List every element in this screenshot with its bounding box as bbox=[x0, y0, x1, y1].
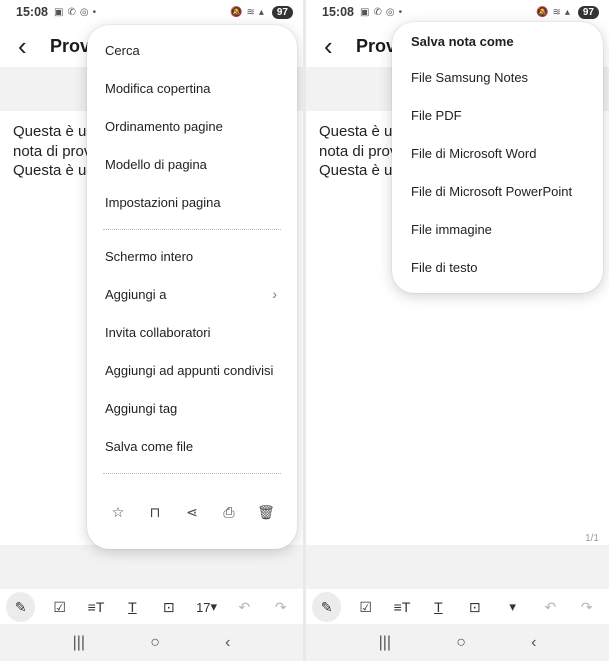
note-line: Questa è un bbox=[13, 123, 95, 140]
footer-band bbox=[306, 545, 609, 589]
menu-item-cerca[interactable]: Cerca bbox=[105, 38, 281, 62]
text-box-icon[interactable]: ⊡ bbox=[457, 592, 493, 622]
lock-icon[interactable]: ⊓ bbox=[142, 499, 168, 525]
call-icon: ✆ bbox=[67, 6, 76, 18]
recents-icon[interactable]: ||| bbox=[73, 634, 85, 652]
signal-icon: ▴ bbox=[564, 6, 570, 18]
save-option-word[interactable]: File di Microsoft Word bbox=[411, 143, 593, 163]
menu-separator bbox=[103, 229, 281, 230]
menu-item-schermo-intero[interactable]: Schermo intero bbox=[105, 244, 281, 268]
note-body[interactable]: Questa è un nota di prov Questa è un bbox=[319, 122, 401, 181]
font-size-select[interactable]: 17 ▾ bbox=[187, 592, 226, 622]
checkbox-icon[interactable]: ☑ bbox=[347, 592, 383, 622]
menu-item-modifica-copertina[interactable]: Modifica copertina bbox=[105, 76, 281, 100]
status-time: 15:08 bbox=[322, 5, 354, 19]
note-body[interactable]: Questa è un nota di prov Questa è un bbox=[13, 122, 95, 181]
menu-item-aggiungi-appunti-condivisi[interactable]: Aggiungi ad appunti condivisi bbox=[105, 358, 281, 382]
dot-icon: • bbox=[398, 6, 403, 18]
undo-icon[interactable]: ↶ bbox=[532, 592, 568, 622]
menu-item-invita-collaboratori[interactable]: Invita collaboratori bbox=[105, 320, 281, 344]
redo-icon[interactable]: ↷ bbox=[569, 592, 605, 622]
text-style-icon[interactable]: ≡T bbox=[384, 592, 420, 622]
mute-icon: 🔕 bbox=[230, 6, 243, 18]
status-bar: 15:08 ▣ ✆ ◎ • 🔕 ≋ ▴ 97 bbox=[306, 0, 609, 24]
whatsapp-icon: ◎ bbox=[79, 6, 89, 18]
text-underline-icon[interactable]: T bbox=[420, 592, 456, 622]
chevron-right-icon: › bbox=[272, 286, 277, 302]
edit-toolbar: ✎ ☑ ≡T T ⊡ 17 ▾ ↶ ↷ bbox=[0, 590, 303, 624]
print-icon[interactable]: ⎙ bbox=[216, 499, 242, 525]
save-as-header: Salva nota come bbox=[411, 34, 514, 49]
system-nav-bar: ||| ○ ‹ bbox=[0, 624, 303, 661]
share-icon[interactable]: ⋖ bbox=[179, 499, 205, 525]
menu-item-salva-come-file[interactable]: Salva come file bbox=[105, 434, 281, 458]
note-line: nota di prov bbox=[319, 142, 398, 160]
text-box-icon[interactable]: ⊡ bbox=[151, 592, 187, 622]
menu-separator bbox=[103, 473, 281, 474]
save-option-text[interactable]: File di testo bbox=[411, 257, 593, 277]
signal-icon: ▴ bbox=[258, 6, 264, 18]
status-time: 15:08 bbox=[16, 5, 48, 19]
note-line: Questa è un bbox=[13, 162, 95, 179]
font-size-select[interactable]: ▾ bbox=[493, 592, 532, 622]
menu-item-ordinamento-pagine[interactable]: Ordinamento pagine bbox=[105, 114, 281, 138]
save-option-pdf[interactable]: File PDF bbox=[411, 105, 593, 125]
text-style-icon[interactable]: ≡T bbox=[78, 592, 114, 622]
home-icon[interactable]: ○ bbox=[456, 634, 466, 652]
save-option-powerpoint[interactable]: File di Microsoft PowerPoint bbox=[411, 181, 593, 201]
system-nav-bar: ||| ○ ‹ bbox=[306, 624, 609, 661]
menu-action-icons: ☆ ⊓ ⋖ ⎙ 🗑 bbox=[97, 499, 287, 525]
star-icon[interactable]: ☆ bbox=[105, 499, 131, 525]
save-option-samsung-notes[interactable]: File Samsung Notes bbox=[411, 67, 593, 87]
screenshot-icon: ▣ bbox=[53, 6, 64, 18]
menu-item-aggiungi-tag[interactable]: Aggiungi tag bbox=[105, 396, 281, 420]
page-indicator: 1/1 bbox=[585, 533, 599, 544]
save-as-menu: Salva nota come File Samsung Notes File … bbox=[392, 22, 603, 293]
wifi-icon: ≋ bbox=[246, 6, 255, 18]
back-arrow-icon[interactable]: ‹ bbox=[324, 33, 350, 59]
edit-toolbar: ✎ ☑ ≡T T ⊡ ▾ ↶ ↷ bbox=[306, 590, 609, 624]
trash-icon[interactable]: 🗑 bbox=[253, 499, 279, 525]
status-bar: 15:08 ▣ ✆ ◎ • 🔕 ≋ ▴ 97 bbox=[0, 0, 303, 24]
mute-icon: 🔕 bbox=[536, 6, 549, 18]
more-options-menu: Cerca Modifica copertina Ordinamento pag… bbox=[87, 25, 297, 549]
text-underline-icon[interactable]: T bbox=[114, 592, 150, 622]
home-icon[interactable]: ○ bbox=[150, 634, 160, 652]
screenshot-icon: ▣ bbox=[359, 6, 370, 18]
save-option-image[interactable]: File immagine bbox=[411, 219, 593, 239]
pen-icon[interactable]: ✎ bbox=[6, 592, 36, 622]
right-screen: 15:08 ▣ ✆ ◎ • 🔕 ≋ ▴ 97 ‹ Prova Questa è … bbox=[306, 0, 609, 661]
back-nav-icon[interactable]: ‹ bbox=[531, 634, 536, 652]
redo-icon[interactable]: ↷ bbox=[263, 592, 299, 622]
note-line: Questa è un bbox=[319, 162, 401, 179]
menu-item-impostazioni-pagina[interactable]: Impostazioni pagina bbox=[105, 190, 281, 214]
wifi-icon: ≋ bbox=[552, 6, 561, 18]
call-icon: ✆ bbox=[373, 6, 382, 18]
note-line: nota di prov bbox=[13, 142, 92, 160]
battery-indicator: 97 bbox=[577, 5, 599, 19]
back-arrow-icon[interactable]: ‹ bbox=[18, 33, 44, 59]
note-line: Questa è un bbox=[319, 123, 401, 140]
whatsapp-icon: ◎ bbox=[385, 6, 395, 18]
dot-icon: • bbox=[92, 6, 97, 18]
footer-band bbox=[0, 545, 303, 589]
checkbox-icon[interactable]: ☑ bbox=[41, 592, 77, 622]
left-screen: 15:08 ▣ ✆ ◎ • 🔕 ≋ ▴ 97 ‹ Prova Questa è … bbox=[0, 0, 303, 661]
menu-item-modello-pagina[interactable]: Modello di pagina bbox=[105, 152, 281, 176]
battery-indicator: 97 bbox=[271, 5, 293, 19]
back-nav-icon[interactable]: ‹ bbox=[225, 634, 230, 652]
pen-icon[interactable]: ✎ bbox=[312, 592, 342, 622]
menu-item-aggiungi-a[interactable]: Aggiungi a › bbox=[105, 282, 281, 306]
undo-icon[interactable]: ↶ bbox=[226, 592, 262, 622]
recents-icon[interactable]: ||| bbox=[379, 634, 391, 652]
